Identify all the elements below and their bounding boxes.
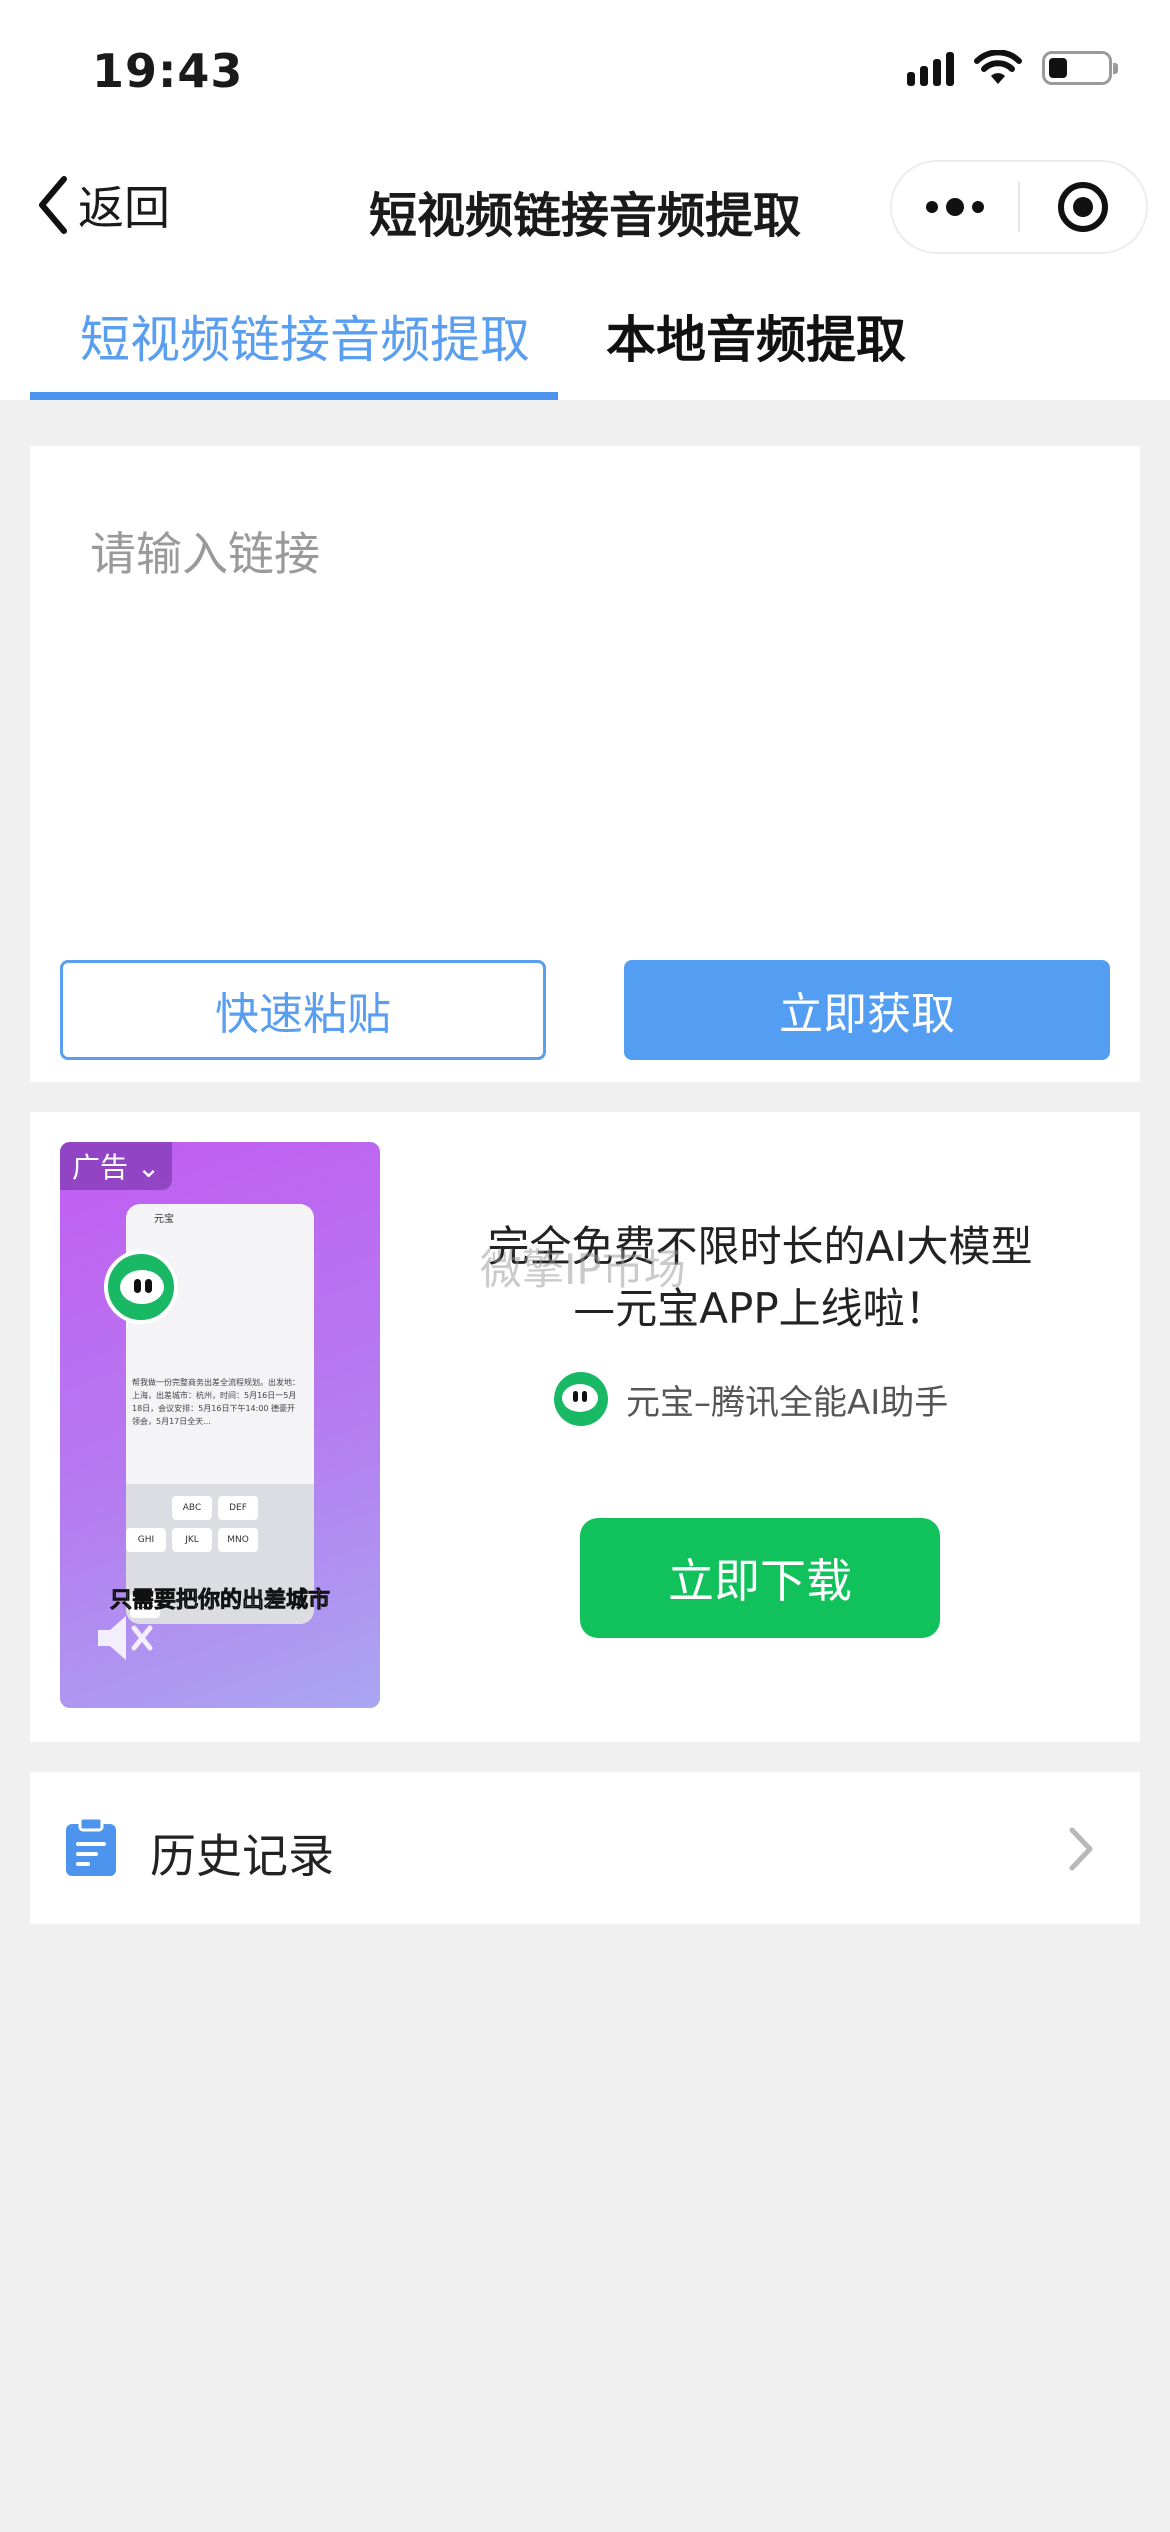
history-label: 历史记录 xyxy=(150,1829,334,1883)
battery-icon xyxy=(1042,51,1118,85)
cellular-signal-icon xyxy=(907,50,954,86)
ad-key: ABC xyxy=(172,1496,212,1520)
back-label: 返回 xyxy=(78,181,170,235)
page-title: 短视频链接音频提取 xyxy=(368,188,801,244)
ad-video-thumbnail[interactable]: 元宝 帮我做一份完整商务出差全流程规划。出发地：上海，出差城市：杭州，时间：5月… xyxy=(60,1142,380,1708)
ad-tag[interactable]: 广告 ⌄ xyxy=(60,1142,173,1190)
quick-paste-button[interactable]: 快速粘贴 xyxy=(60,960,546,1060)
ad-phone-title: 元宝 xyxy=(154,1214,174,1225)
tab-local-audio-extract[interactable]: 本地音频提取 xyxy=(606,300,906,372)
yuanbao-logo xyxy=(104,1250,178,1324)
close-miniprogram-button[interactable] xyxy=(1020,162,1146,252)
ad-phone-text: 帮我做一份完整商务出差全流程规划。出发地：上海，出差城市：杭州，时间：5月16日… xyxy=(132,1378,300,1426)
wifi-icon xyxy=(974,50,1022,84)
ad-key: JKL xyxy=(172,1528,212,1552)
back-button[interactable]: 返回 xyxy=(36,172,170,238)
chevron-right-icon xyxy=(1069,1827,1093,1871)
active-tab-indicator xyxy=(30,392,558,400)
ad-tag-label: 广告 xyxy=(72,1151,129,1184)
target-icon xyxy=(1057,182,1108,232)
more-button[interactable] xyxy=(892,162,1018,252)
tab-short-video-extract[interactable]: 短视频链接音频提取 xyxy=(80,300,530,372)
status-icons xyxy=(907,50,1118,86)
link-input-card: 快速粘贴 立即获取 xyxy=(30,446,1140,1082)
ad-card[interactable]: 元宝 帮我做一份完整商务出差全流程规划。出发地：上海，出差城市：杭州，时间：5月… xyxy=(30,1112,1140,1742)
download-now-button[interactable]: 立即下载 xyxy=(580,1518,940,1638)
mute-icon[interactable] xyxy=(92,1610,156,1666)
link-input[interactable] xyxy=(90,518,1080,858)
fetch-now-button[interactable]: 立即获取 xyxy=(624,960,1110,1060)
clipboard-icon xyxy=(66,1816,116,1876)
history-row[interactable]: 历史记录 xyxy=(30,1772,1140,1924)
watermark: 微擎IP市场 xyxy=(480,1245,686,1294)
ad-key: MNO xyxy=(218,1528,258,1552)
miniprogram-capsule xyxy=(890,160,1148,254)
ad-brand: 元宝–腾讯全能AI助手 xyxy=(554,1372,948,1426)
status-time: 19:43 xyxy=(92,44,244,98)
ad-key: DEF xyxy=(218,1496,258,1520)
yuanbao-brand-icon xyxy=(554,1372,608,1426)
chevron-left-icon xyxy=(39,176,67,234)
ad-key: GHI xyxy=(126,1528,166,1552)
ad-brand-label: 元宝–腾讯全能AI助手 xyxy=(626,1382,949,1423)
